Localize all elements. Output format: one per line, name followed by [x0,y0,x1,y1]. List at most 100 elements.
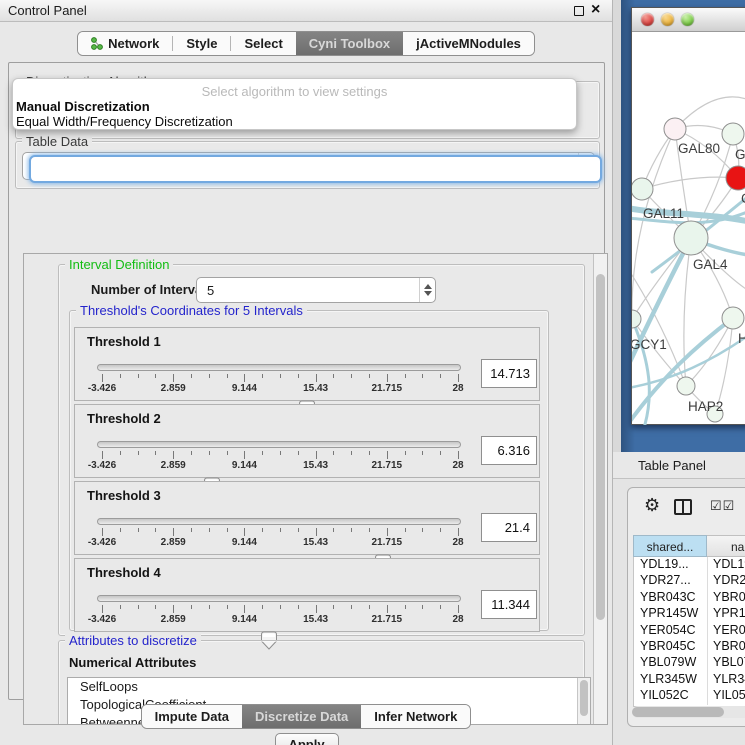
table-cell-shared-name[interactable]: YIL052C [634,688,708,704]
tab-cyni-toolbox[interactable]: Cyni Toolbox [296,32,403,55]
combo-stepper-icon[interactable] [419,278,435,302]
network-window-titlebar [632,8,745,32]
table-cell-shared-name[interactable]: YDL19... [634,557,708,573]
slider-tick [138,451,139,455]
table-cell-shared-name[interactable]: YER054C [634,623,708,639]
network-edge [632,272,686,386]
table-cell-name[interactable]: YDL19 [708,557,745,573]
slider-tick [191,374,192,378]
network-view-window: GAL80GACGAL11GAL4GCY1HHAP2 [631,7,745,425]
slider-tick [405,605,406,609]
threshold-label: Threshold 4 [87,565,161,580]
table-cell-shared-name[interactable]: YPR145W [634,606,708,622]
network-node-label: C [741,191,745,206]
network-node[interactable] [677,377,695,395]
table-cell-name[interactable]: YBR04 [708,590,745,606]
slider-tick-label: 28 [452,537,463,548]
column-header-name[interactable]: na [707,535,745,557]
table-row[interactable]: YIL052CYIL05 [634,688,745,704]
slider-track[interactable] [97,441,461,448]
select-columns-checkbox-icons[interactable]: ☑☑ [710,498,735,514]
threshold-value-field[interactable]: 14.713 [481,359,537,388]
minimize-traffic-light-icon[interactable] [661,13,674,26]
threshold-value-field[interactable]: 21.4 [481,513,537,542]
algorithm-combobox[interactable] [29,155,602,183]
slider-tick [405,451,406,455]
slider-track[interactable] [97,364,461,371]
table-cell-shared-name[interactable]: YBR043C [634,590,708,606]
slider-tick [120,605,121,609]
network-node[interactable] [664,118,686,140]
close-traffic-light-icon[interactable] [641,13,654,26]
network-node[interactable] [632,310,641,328]
slider-track[interactable] [97,518,461,525]
tab-jactivemnodules[interactable]: jActiveMNodules [403,32,534,55]
table-row[interactable]: YPR145WYPR14 [634,606,745,622]
table-cell-name[interactable]: YLR34 [708,672,745,688]
slider-tick [351,528,352,532]
bottom-tab-discretize-data[interactable]: Discretize Data [242,705,361,728]
tab-label: jActiveMNodules [416,36,521,51]
table-cell-name[interactable]: YBL07 [708,655,745,671]
cytoscape-desktop: GAL80GACGAL11GAL4GCY1HHAP2 [621,0,745,452]
table-cell-name[interactable]: YPR14 [708,606,745,622]
table-cell-name[interactable]: YIL05 [708,688,745,704]
table-row[interactable]: YER054CYER05 [634,623,745,639]
table-cell-name[interactable]: YBR04 [708,639,745,655]
table-horizontal-scrollbar[interactable] [632,706,745,718]
slider-tick [458,528,459,536]
zoom-traffic-light-icon[interactable] [681,13,694,26]
algorithm-popup-item[interactable]: Manual Discretization [13,99,576,114]
table-row[interactable]: YBR043CYBR04 [634,590,745,606]
threshold-value-field[interactable]: 6.316 [481,436,537,465]
float-window-icon[interactable] [574,6,584,16]
table-row[interactable]: YBR045CYBR04 [634,639,745,655]
slider-tick [191,451,192,455]
slider-tick [333,528,334,532]
threshold-box: Threshold 4-3.4262.8599.14415.4321.71528… [74,558,540,632]
tab-network[interactable]: Network [78,32,172,55]
columns-icon[interactable] [674,499,692,515]
slider-tick [262,374,263,378]
slider-tick [138,374,139,378]
tab-select[interactable]: Select [231,32,295,55]
network-node[interactable] [722,307,744,329]
threshold-value-field[interactable]: 11.344 [481,590,537,619]
table-panel-toolbar: ⚙ ☑☑ [628,488,745,528]
tab-label: Cyni Toolbox [309,36,390,51]
table-cell-shared-name[interactable]: YLR345W [634,672,708,688]
slider-tick [262,605,263,609]
algorithm-popup-item[interactable]: Equal Width/Frequency Discretization [13,114,576,129]
number-of-intervals-combobox[interactable]: 5 [196,277,436,303]
numerical-attributes-label: Numerical Attributes [69,655,196,670]
table-row[interactable]: YBL079WYBL07 [634,655,745,671]
network-node[interactable] [726,166,745,190]
network-graph-canvas[interactable]: GAL80GACGAL11GAL4GCY1HHAP2 [632,32,745,425]
table-cell-name[interactable]: YER05 [708,623,745,639]
slider-tick [244,451,245,459]
table-row[interactable]: YLR345WYLR34 [634,672,745,688]
slider-tick-label: -3.426 [88,383,116,394]
column-header-shared-name[interactable]: shared... [633,535,707,557]
slider-track[interactable] [97,595,461,602]
gear-icon[interactable]: ⚙ [644,495,660,516]
apply-button[interactable]: Apply [275,733,339,745]
table-cell-shared-name[interactable]: YBL079W [634,655,708,671]
network-node[interactable] [674,221,708,255]
bottom-tab-infer-network[interactable]: Infer Network [361,705,470,728]
table-cell-shared-name[interactable]: YDR27... [634,573,708,589]
table-row[interactable]: YDL19...YDL19 [634,557,745,573]
slider-tick [333,451,334,455]
close-icon[interactable]: × [591,1,600,19]
network-node[interactable] [632,178,653,200]
slider-tick-label: 2.859 [161,537,186,548]
network-node[interactable] [722,123,744,145]
table-cell-name[interactable]: YDR27 [708,573,745,589]
bottom-tab-impute-data[interactable]: Impute Data [142,705,242,728]
settings-vertical-scrollbar[interactable] [593,254,607,724]
table-row[interactable]: YDR27...YDR27 [634,573,745,589]
numerical-attribute-item[interactable]: SelfLoops [68,678,590,696]
tab-style[interactable]: Style [173,32,230,55]
slider-tick-label: 28 [452,460,463,471]
table-cell-shared-name[interactable]: YBR045C [634,639,708,655]
